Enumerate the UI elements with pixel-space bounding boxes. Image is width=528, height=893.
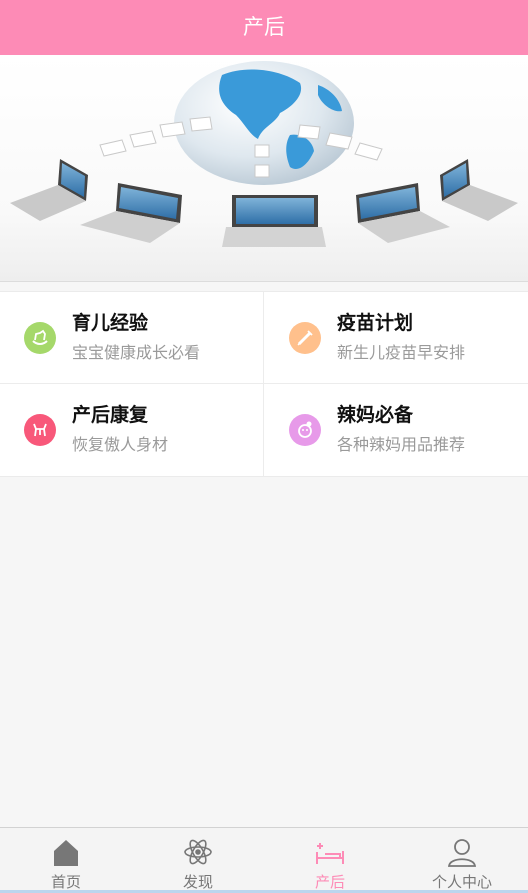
tab-discover[interactable]: 发现: [132, 828, 264, 891]
toy-horse-icon: [24, 414, 56, 446]
feature-grid: 育儿经验 宝宝健康成长必看 疫苗计划 新生儿疫苗早安排 产后康复 恢复傲人身材 …: [0, 291, 528, 477]
menu-item-recovery[interactable]: 产后康复 恢复傲人身材: [0, 384, 263, 475]
banner-image[interactable]: [0, 55, 528, 282]
home-icon: [50, 836, 82, 868]
grid-divider-vertical: [263, 292, 264, 476]
tab-label: 发现: [182, 873, 213, 891]
tab-home[interactable]: 首页: [0, 828, 132, 891]
tab-label: 产后: [314, 873, 345, 891]
baby-face-icon: [289, 414, 321, 446]
rocking-horse-icon: [24, 322, 56, 354]
menu-item-vaccine[interactable]: 疫苗计划 新生儿疫苗早安排: [265, 292, 528, 383]
menu-item-title: 育儿经验: [72, 312, 149, 334]
globe-network-illustration: [10, 61, 518, 247]
menu-item-title: 疫苗计划: [337, 312, 414, 334]
menu-item-subtitle: 恢复傲人身材: [72, 435, 169, 454]
menu-item-parenting[interactable]: 育儿经验 宝宝健康成长必看: [0, 292, 263, 383]
tab-postpartum[interactable]: 产后: [264, 828, 396, 891]
atom-icon: [182, 836, 214, 868]
app-header: 产后: [0, 0, 528, 55]
page-title: 产后: [243, 15, 285, 39]
menu-item-title: 辣妈必备: [337, 404, 414, 426]
tab-label: 个人中心: [431, 873, 492, 891]
tab-label: 首页: [50, 873, 81, 891]
menu-item-title: 产后康复: [72, 404, 149, 426]
menu-item-subtitle: 宝宝健康成长必看: [72, 343, 201, 362]
syringe-icon: [289, 322, 321, 354]
bottom-tab-bar: 首页 发现 产后 个人中心: [0, 827, 528, 893]
user-icon: [446, 836, 478, 868]
tab-profile[interactable]: 个人中心: [396, 828, 528, 891]
menu-item-subtitle: 各种辣妈用品推荐: [337, 435, 466, 454]
bed-icon: [314, 836, 346, 868]
menu-item-mom-essentials[interactable]: 辣妈必备 各种辣妈用品推荐: [265, 384, 528, 475]
menu-item-subtitle: 新生儿疫苗早安排: [337, 343, 466, 362]
